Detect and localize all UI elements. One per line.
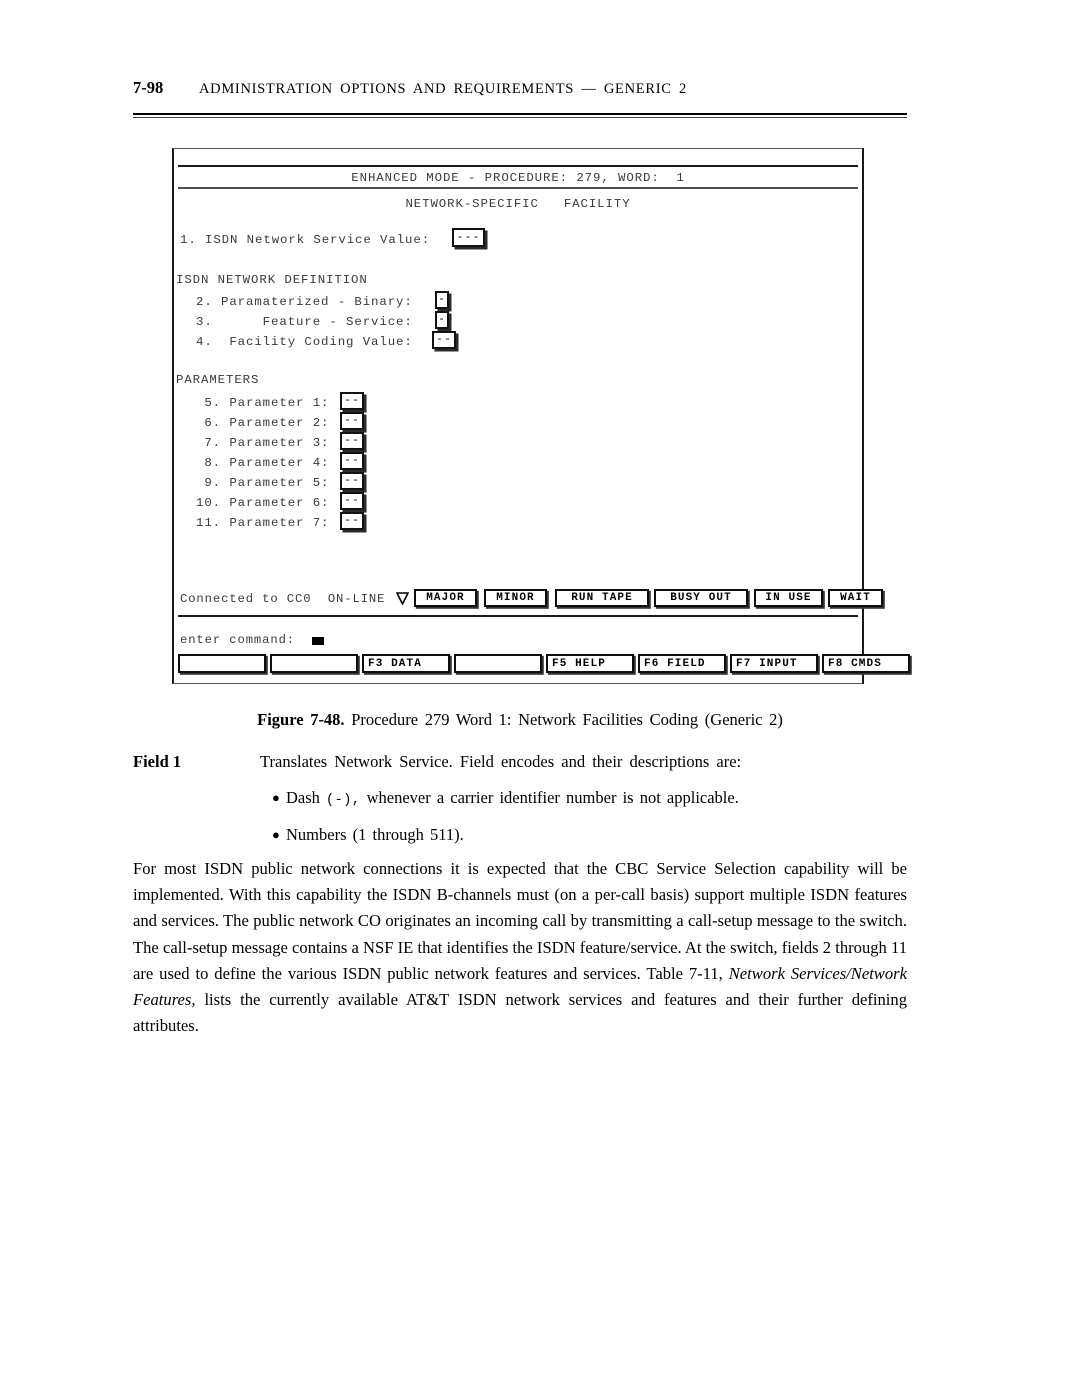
parameter-2-label: 6. Parameter 2:	[196, 416, 330, 430]
enter-command-label: enter command:	[180, 633, 295, 647]
paramaterized-binary-label: 2. Paramaterized - Binary:	[196, 295, 413, 309]
figure-caption-number: Figure 7-48.	[257, 710, 345, 729]
field-description: Translates Network Service. Field encode…	[260, 752, 742, 771]
page-number: 7-98	[133, 78, 164, 97]
feature-service-label: 3. Feature - Service:	[196, 315, 413, 329]
terminal-title-underrule	[178, 187, 858, 189]
field-bullet-list: ● Dash (-), whenever a carrier identifie…	[133, 788, 907, 845]
bullet-lead: Numbers (1 through 511).	[286, 825, 464, 844]
status-badge-run-tape[interactable]: RUN TAPE	[555, 589, 649, 607]
function-key-f3-data[interactable]: F3 DATA	[362, 654, 450, 673]
function-key-f4[interactable]	[454, 654, 542, 673]
bullet-mono-code: (-),	[326, 793, 361, 808]
function-key-f8-cmds[interactable]: F8 CMDS	[822, 654, 910, 673]
list-item: ● Dash (-), whenever a carrier identifie…	[272, 788, 907, 808]
parameter-6-label: 10. Parameter 6:	[196, 496, 330, 510]
bullet-dot-icon: ●	[272, 790, 280, 805]
bullet-dot-icon: ●	[272, 827, 280, 842]
body-paragraph: For most ISDN public network connections…	[133, 856, 907, 1039]
facility-coding-value-field[interactable]: --	[432, 331, 456, 349]
terminal-status-bar: Connected to CC0 ON-LINE MAJOR MINOR RUN…	[180, 589, 883, 609]
parameter-1-label: 5. Parameter 1:	[196, 396, 330, 410]
terminal-inner: ENHANCED MODE - PROCEDURE: 279, WORD: 1 …	[174, 149, 910, 683]
status-badge-wait[interactable]: WAIT	[828, 589, 883, 607]
parameter-3-field[interactable]: --	[340, 432, 364, 450]
parameter-6-field[interactable]: --	[340, 492, 364, 510]
function-key-f7-input[interactable]: F7 INPUT	[730, 654, 818, 673]
function-key-f1[interactable]	[178, 654, 266, 673]
header-divider	[133, 113, 907, 119]
function-key-bar: F3 DATA F5 HELP F6 FIELD F7 INPUT F8 CMD…	[178, 654, 910, 674]
running-title: ADMINISTRATION OPTIONS AND REQUIREMENTS …	[199, 81, 687, 97]
feature-service-field[interactable]: -	[435, 311, 449, 329]
header-rule-thick	[133, 113, 907, 116]
parameter-4-field[interactable]: --	[340, 452, 364, 470]
parameter-1-field[interactable]: --	[340, 392, 364, 410]
page-running-head: 7-98 ADMINISTRATION OPTIONS AND REQUIREM…	[133, 78, 907, 98]
parameter-4-label: 8. Parameter 4:	[196, 456, 330, 470]
isdn-network-service-value-label: 1. ISDN Network Service Value:	[180, 233, 431, 247]
facility-coding-value-label: 4. Facility Coding Value:	[196, 335, 413, 349]
field-description-block: Field 1 Translates Network Service. Fiel…	[133, 752, 907, 862]
list-item: ● Numbers (1 through 511).	[272, 825, 907, 845]
function-key-f6-field[interactable]: F6 FIELD	[638, 654, 726, 673]
isdn-network-service-value-field[interactable]: ---	[452, 228, 485, 247]
triangle-down-icon	[395, 592, 410, 606]
parameter-2-field[interactable]: --	[340, 412, 364, 430]
parameter-7-label: 11. Parameter 7:	[196, 516, 330, 530]
parameter-5-label: 9. Parameter 5:	[196, 476, 330, 490]
status-badge-major[interactable]: MAJOR	[414, 589, 477, 607]
parameters-heading: PARAMETERS	[176, 373, 260, 387]
status-separator-rule	[178, 615, 858, 617]
function-key-f5-help[interactable]: F5 HELP	[546, 654, 634, 673]
terminal-title: ENHANCED MODE - PROCEDURE: 279, WORD: 1	[351, 171, 685, 185]
connection-status-text: Connected to CC0 ON-LINE	[180, 592, 386, 606]
field-row: Field 1 Translates Network Service. Fiel…	[133, 752, 907, 772]
paramaterized-binary-field[interactable]: -	[435, 291, 449, 309]
status-badge-busy-out[interactable]: BUSY OUT	[654, 589, 748, 607]
status-badge-in-use[interactable]: IN USE	[754, 589, 823, 607]
terminal-screen-figure: ENHANCED MODE - PROCEDURE: 279, WORD: 1 …	[172, 148, 910, 684]
parameter-3-label: 7. Parameter 3:	[196, 436, 330, 450]
status-badge-minor[interactable]: MINOR	[484, 589, 547, 607]
terminal-subtitle: NETWORK-SPECIFIC FACILITY	[405, 197, 631, 211]
body-part-2: lists the currently available AT&T ISDN …	[133, 990, 907, 1036]
bullet-rest: whenever a carrier identifier number is …	[366, 788, 739, 807]
terminal-top-rule	[178, 165, 858, 168]
figure-caption-text: Procedure 279 Word 1: Network Facilities…	[351, 710, 783, 729]
parameter-5-field[interactable]: --	[340, 472, 364, 490]
bullet-text: Dash (-), whenever a carrier identifier …	[286, 788, 739, 808]
field-label: Field 1	[133, 752, 182, 771]
figure-caption: Figure 7-48. Procedure 279 Word 1: Netwo…	[133, 710, 907, 730]
bullet-text: Numbers (1 through 511).	[286, 825, 464, 845]
function-key-f2[interactable]	[270, 654, 358, 673]
header-rule-thin	[133, 117, 907, 119]
command-cursor[interactable]	[312, 637, 324, 645]
bullet-lead: Dash	[286, 788, 320, 807]
isdn-network-definition-heading: ISDN NETWORK DEFINITION	[176, 273, 368, 287]
parameter-7-field[interactable]: --	[340, 512, 364, 530]
